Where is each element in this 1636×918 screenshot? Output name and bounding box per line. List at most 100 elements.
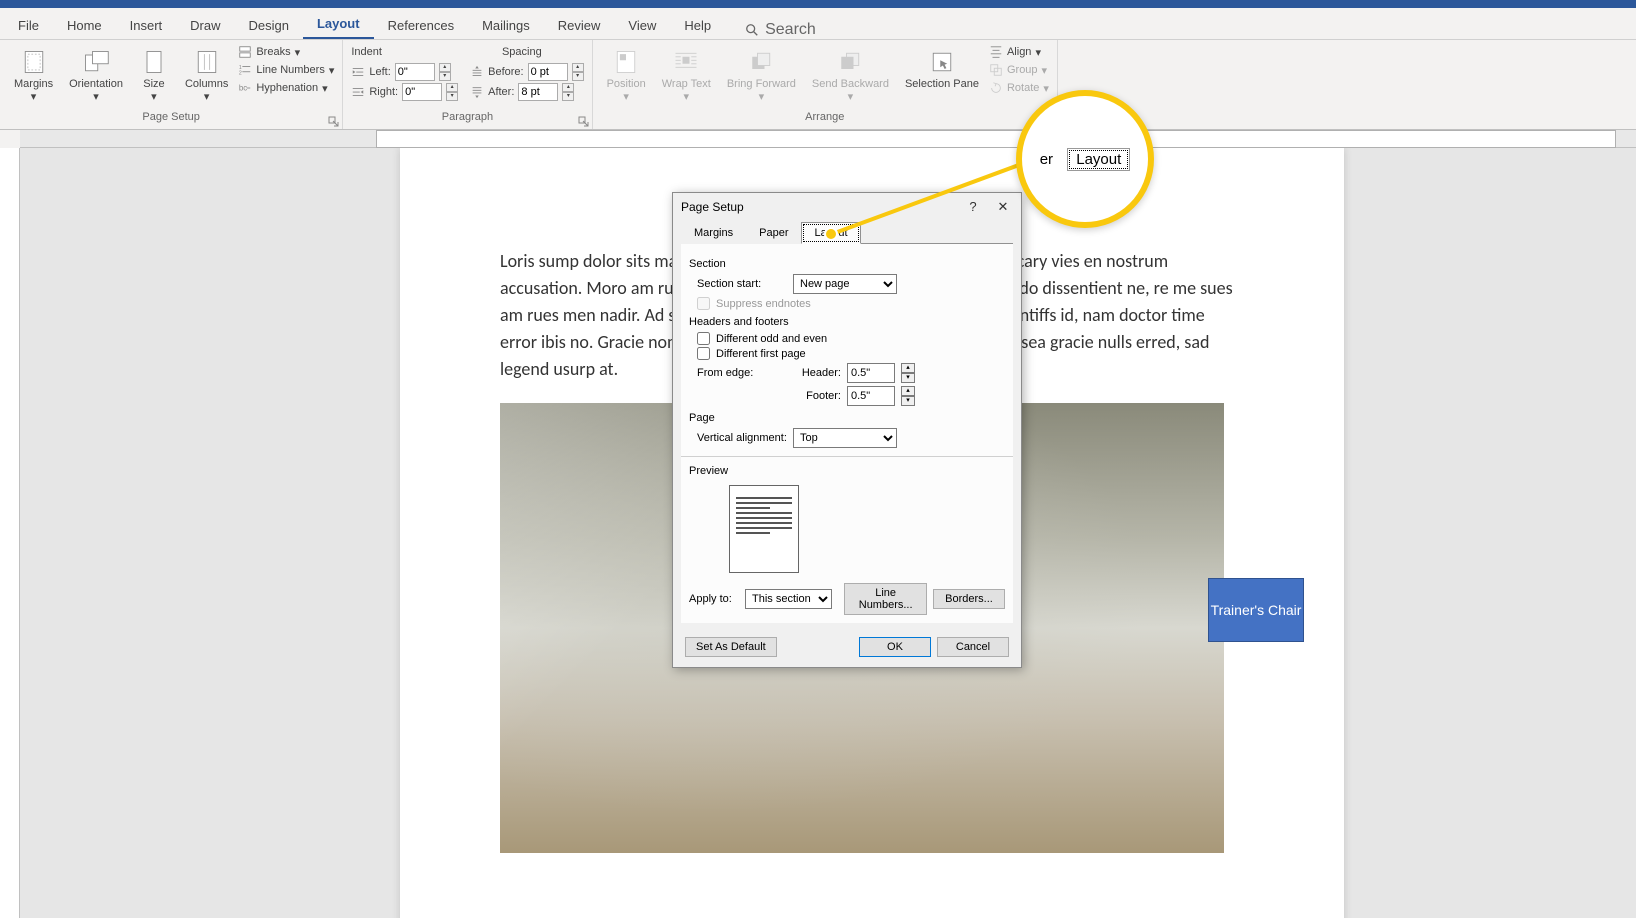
spacing-after-spinner[interactable]: ▴▾ bbox=[562, 83, 574, 101]
spacing-before-icon bbox=[470, 65, 484, 79]
indent-right-spinner[interactable]: ▴▾ bbox=[446, 83, 458, 101]
line-numbers-button-dialog[interactable]: Line Numbers... bbox=[844, 583, 927, 615]
preview-header: Preview bbox=[689, 465, 1005, 477]
dialog-tab-paper[interactable]: Paper bbox=[746, 222, 801, 244]
dialog-launcher-icon bbox=[328, 116, 340, 128]
page-setup-group-label: Page Setup bbox=[8, 109, 334, 125]
tab-design[interactable]: Design bbox=[235, 12, 303, 39]
set-as-default-button[interactable]: Set As Default bbox=[685, 637, 777, 657]
group-label: Group bbox=[1007, 64, 1038, 76]
different-first-page-checkbox[interactable] bbox=[697, 347, 710, 360]
different-odd-even-label: Different odd and even bbox=[716, 333, 827, 345]
page-header: Page bbox=[689, 412, 1005, 424]
selection-pane-label: Selection Pane bbox=[905, 78, 979, 90]
apply-to-select[interactable]: This section bbox=[745, 589, 832, 609]
tab-draw[interactable]: Draw bbox=[176, 12, 234, 39]
wrap-text-button[interactable]: Wrap Text ▾ bbox=[656, 44, 717, 107]
tab-review[interactable]: Review bbox=[544, 12, 615, 39]
hyphenation-icon: bc bbox=[238, 81, 252, 95]
position-label: Position bbox=[607, 78, 646, 90]
vertical-alignment-select[interactable]: Top bbox=[793, 428, 897, 448]
tab-mailings[interactable]: Mailings bbox=[468, 12, 544, 39]
line-numbers-icon: 12 bbox=[238, 63, 252, 77]
tab-view[interactable]: View bbox=[614, 12, 670, 39]
orientation-label: Orientation bbox=[69, 78, 123, 90]
indent-right-icon bbox=[351, 85, 365, 99]
ribbon-search[interactable]: Search bbox=[745, 21, 816, 39]
from-edge-label: From edge: bbox=[697, 367, 787, 379]
send-backward-label: Send Backward bbox=[812, 78, 889, 90]
section-header: Section bbox=[689, 258, 1005, 270]
ribbon-group-page-setup: Margins ▾ Orientation ▾ Size ▾ Columns ▾ bbox=[0, 40, 343, 129]
indent-left-spinner[interactable]: ▴▾ bbox=[439, 63, 451, 81]
callout-magnifier: er Layout bbox=[1016, 90, 1154, 228]
tab-help[interactable]: Help bbox=[670, 12, 725, 39]
position-button[interactable]: Position ▾ bbox=[601, 44, 652, 107]
header-distance-spinner[interactable]: ▴▾ bbox=[901, 363, 915, 383]
hyphenation-label: Hyphenation bbox=[256, 82, 318, 94]
page-setup-dialog-launcher[interactable] bbox=[328, 115, 340, 127]
trainers-chair-callout[interactable]: Trainer's Chair bbox=[1208, 578, 1304, 642]
margins-button[interactable]: Margins ▾ bbox=[8, 44, 59, 107]
tab-insert[interactable]: Insert bbox=[116, 12, 177, 39]
ribbon-group-arrange: Position ▾ Wrap Text ▾ Bring Forward ▾ S… bbox=[593, 40, 1058, 129]
window-titlebar bbox=[0, 0, 1636, 8]
paragraph-dialog-launcher[interactable] bbox=[578, 115, 590, 127]
borders-button-dialog[interactable]: Borders... bbox=[933, 589, 1005, 609]
size-label: Size bbox=[143, 78, 164, 90]
tab-file[interactable]: File bbox=[4, 12, 53, 39]
tab-home[interactable]: Home bbox=[53, 12, 116, 39]
vertical-ruler[interactable] bbox=[0, 148, 20, 918]
chevron-down-icon: ▾ bbox=[93, 90, 99, 103]
indent-header: Indent bbox=[351, 44, 382, 62]
search-label: Search bbox=[765, 21, 816, 39]
bring-forward-button[interactable]: Bring Forward ▾ bbox=[721, 44, 802, 107]
align-label: Align bbox=[1007, 46, 1031, 58]
header-distance-input[interactable] bbox=[847, 363, 895, 383]
indent-left-input[interactable] bbox=[395, 63, 435, 81]
spacing-after-row: After: ▴▾ bbox=[470, 82, 583, 102]
dialog-tab-margins[interactable]: Margins bbox=[681, 222, 746, 244]
group-button[interactable]: Group ▾ bbox=[989, 62, 1049, 78]
columns-label: Columns bbox=[185, 78, 228, 90]
orientation-button[interactable]: Orientation ▾ bbox=[63, 44, 129, 107]
breaks-label: Breaks bbox=[256, 46, 290, 58]
footer-distance-spinner[interactable]: ▴▾ bbox=[901, 386, 915, 406]
indent-right-input[interactable] bbox=[402, 83, 442, 101]
line-numbers-button[interactable]: 12 Line Numbers ▾ bbox=[238, 62, 334, 78]
indent-left-row: Left: ▴▾ bbox=[351, 62, 458, 82]
spacing-header: Spacing bbox=[412, 44, 542, 62]
indent-left-icon bbox=[351, 65, 365, 79]
callout-highlighted-tab: Layout bbox=[1067, 148, 1130, 171]
different-odd-even-checkbox[interactable] bbox=[697, 332, 710, 345]
size-button[interactable]: Size ▾ bbox=[133, 44, 175, 107]
selection-pane-button[interactable]: Selection Pane bbox=[899, 44, 985, 94]
cancel-button[interactable]: Cancel bbox=[937, 637, 1009, 657]
breaks-button[interactable]: Breaks ▾ bbox=[238, 44, 334, 60]
chevron-down-icon: ▾ bbox=[151, 90, 157, 103]
margins-label: Margins bbox=[14, 78, 53, 90]
align-icon bbox=[989, 45, 1003, 59]
tab-references[interactable]: References bbox=[374, 12, 468, 39]
margins-icon bbox=[20, 48, 48, 76]
ok-button[interactable]: OK bbox=[859, 637, 931, 657]
footer-distance-input[interactable] bbox=[847, 386, 895, 406]
headers-footers-header: Headers and footers bbox=[689, 316, 1005, 328]
bring-forward-icon bbox=[747, 48, 775, 76]
rotate-button[interactable]: Rotate ▾ bbox=[989, 80, 1049, 96]
columns-button[interactable]: Columns ▾ bbox=[179, 44, 234, 107]
align-button[interactable]: Align ▾ bbox=[989, 44, 1049, 60]
spacing-after-input[interactable] bbox=[518, 83, 558, 101]
section-start-select[interactable]: New page bbox=[793, 274, 897, 294]
horizontal-ruler[interactable] bbox=[376, 130, 1616, 148]
hyphenation-button[interactable]: bc Hyphenation ▾ bbox=[238, 80, 334, 96]
spacing-before-spinner[interactable]: ▴▾ bbox=[572, 63, 584, 81]
different-first-page-label: Different first page bbox=[716, 348, 806, 360]
breaks-icon bbox=[238, 45, 252, 59]
send-backward-button[interactable]: Send Backward ▾ bbox=[806, 44, 895, 107]
spacing-before-input[interactable] bbox=[528, 63, 568, 81]
tab-layout[interactable]: Layout bbox=[303, 10, 374, 39]
chevron-down-icon: ▾ bbox=[848, 90, 854, 103]
svg-text:bc: bc bbox=[239, 84, 247, 93]
footer-distance-label: Footer: bbox=[793, 390, 841, 402]
